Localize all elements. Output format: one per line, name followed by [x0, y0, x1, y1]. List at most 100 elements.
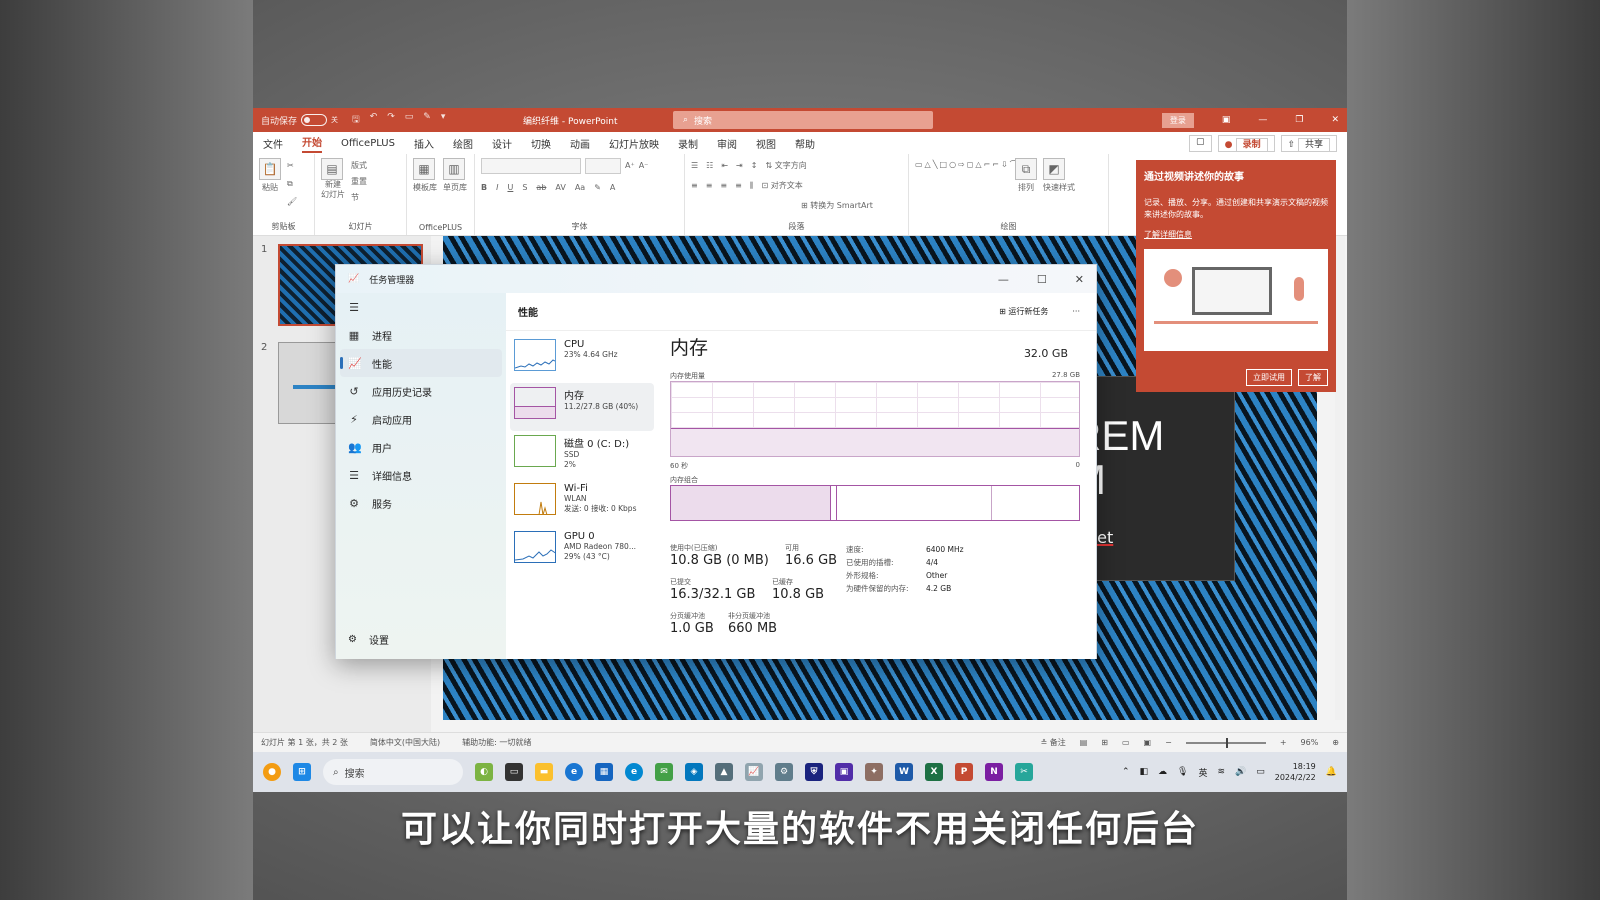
task-manager-icon[interactable]: 📈 — [745, 763, 763, 781]
volume-icon[interactable]: 🔊 — [1235, 767, 1246, 777]
underline-icon[interactable]: U — [507, 180, 513, 196]
menu-officeplus[interactable]: OfficePLUS — [341, 138, 395, 149]
word-icon[interactable]: W — [895, 763, 913, 781]
menu-draw[interactable]: 绘图 — [453, 136, 473, 151]
wifi-icon[interactable]: ≋ — [1217, 767, 1225, 777]
smartart-button[interactable]: ⊞ 转换为 SmartArt — [691, 198, 873, 214]
single-page-button[interactable]: ▥ 单页库 — [443, 158, 467, 231]
sorter-view-icon[interactable]: ⊞ — [1101, 738, 1108, 747]
perf-item-wifi[interactable]: Wi-Fi WLAN 发送: 0 接收: 0 Kbps — [510, 479, 654, 527]
battery-icon[interactable]: ▭ — [1256, 767, 1265, 777]
snipping-icon[interactable]: ✂ — [1015, 763, 1033, 781]
menu-view[interactable]: 视图 — [756, 136, 776, 151]
menu-slideshow[interactable]: 幻灯片放映 — [609, 136, 659, 151]
undo-icon[interactable]: ↶ — [370, 112, 378, 128]
menu-transitions[interactable]: 切换 — [531, 136, 551, 151]
perf-item-disk[interactable]: 磁盘 0 (C: D:) SSD 2% — [510, 431, 654, 479]
italic-icon[interactable]: I — [496, 180, 498, 196]
align-text-button[interactable]: ⊡ 对齐文本 — [762, 178, 803, 194]
run-task-button[interactable]: ⊞ 运行新任务 — [999, 306, 1048, 317]
layout-button[interactable]: 版式 — [351, 158, 367, 174]
fit-icon[interactable]: ⊕ — [1332, 738, 1339, 747]
font-grow-icon[interactable]: A⁺ — [625, 158, 635, 174]
slideshow-icon[interactable]: ▣ — [1144, 738, 1152, 747]
bold-icon[interactable]: B — [481, 180, 487, 196]
text-direction-button[interactable]: ⇅ 文字方向 — [765, 158, 806, 174]
tm-settings-button[interactable]: ⚙ 设置 — [348, 632, 389, 647]
microphone-icon[interactable]: 🎙 — [1177, 767, 1188, 777]
chat-icon[interactable]: ▣ — [835, 763, 853, 781]
composition-free[interactable] — [992, 486, 1079, 520]
menu-animations[interactable]: 动画 — [570, 136, 590, 151]
menu-home[interactable]: 开始 — [302, 134, 322, 153]
clock[interactable]: 18:19 2024/2/22 — [1275, 761, 1316, 783]
tm-nav-users[interactable]: 👥 用户 — [336, 433, 506, 461]
tm-nav-services[interactable]: ⚙ 服务 — [336, 489, 506, 517]
record-button[interactable]: ● 录制 — [1217, 134, 1275, 152]
notification-bell-icon[interactable]: 🔔 — [1326, 767, 1337, 777]
menu-file[interactable]: 文件 — [263, 136, 283, 151]
minimize-icon[interactable]: — — [1258, 115, 1267, 125]
slide-scrollbar[interactable] — [1335, 236, 1345, 720]
format-painter-icon[interactable]: 🖌 — [287, 194, 297, 210]
autosave-toggle[interactable]: 自动保存 关 — [261, 114, 338, 127]
normal-view-icon[interactable]: ▤ — [1080, 738, 1088, 747]
close-icon[interactable]: ✕ — [1331, 115, 1339, 125]
file-explorer-icon[interactable]: ▬ — [535, 763, 553, 781]
pen-icon[interactable]: ✎ — [423, 112, 431, 128]
columns-icon[interactable]: ⫼ — [750, 178, 754, 194]
tm-nav-details[interactable]: ☰ 详细信息 — [336, 461, 506, 489]
font-size-select[interactable] — [585, 158, 621, 174]
font-shrink-icon[interactable]: A⁻ — [639, 158, 649, 174]
reading-view-icon[interactable]: ▭ — [1122, 738, 1130, 747]
justify-icon[interactable]: ≡ — [735, 178, 742, 194]
tm-nav-startup[interactable]: ⚡ 启动应用 — [336, 405, 506, 433]
case-icon[interactable]: Aa — [575, 180, 585, 196]
windows-start-icon[interactable]: ⊞ — [293, 763, 311, 781]
save-icon[interactable]: 🖫 — [352, 112, 360, 128]
menu-insert[interactable]: 插入 — [414, 136, 434, 151]
settings-icon[interactable]: ⚙ — [775, 763, 793, 781]
powerpoint-icon[interactable]: P — [955, 763, 973, 781]
highlight-icon[interactable]: ✎ — [594, 180, 601, 196]
restore-icon[interactable]: ❐ — [1295, 115, 1303, 125]
browser-icon[interactable]: e — [625, 763, 643, 781]
status-language[interactable]: 简体中文(中国大陆) — [370, 737, 440, 748]
cut-icon[interactable]: ✂ — [287, 158, 297, 174]
share-button[interactable]: ⇧ 共享 — [1280, 134, 1337, 152]
learn-button[interactable]: 了解 — [1298, 369, 1328, 386]
mail-icon[interactable]: ✉ — [655, 763, 673, 781]
status-accessibility[interactable]: 辅助功能: 一切就绪 — [462, 737, 531, 748]
menu-record[interactable]: 录制 — [678, 136, 698, 151]
widgets-icon[interactable]: ◐ — [475, 763, 493, 781]
composition-in-use[interactable] — [671, 486, 831, 520]
game-icon[interactable]: ✦ — [865, 763, 883, 781]
bullets-icon[interactable]: ☰ — [691, 158, 698, 174]
section-button[interactable]: 节 — [351, 190, 367, 206]
align-left-icon[interactable]: ≡ — [691, 178, 698, 194]
login-button[interactable]: 登录 — [1161, 112, 1194, 128]
try-now-button[interactable]: 立即试用 — [1246, 369, 1292, 386]
tm-minimize-icon[interactable]: — — [998, 273, 1009, 286]
notification-app-icon[interactable]: ● — [263, 763, 281, 781]
tray-chevron-icon[interactable]: ⌃ — [1122, 767, 1130, 777]
ime-indicator[interactable]: 英 — [1198, 766, 1207, 779]
customize-icon[interactable]: ▾ — [441, 112, 446, 128]
task-view-icon[interactable]: ▭ — [505, 763, 523, 781]
ppt-search-box[interactable]: ⌕ 搜索 — [673, 111, 933, 129]
menu-review[interactable]: 审阅 — [717, 136, 737, 151]
menu-design[interactable]: 设计 — [492, 136, 512, 151]
bitwarden-icon[interactable]: ⛨ — [805, 763, 823, 781]
tm-close-icon[interactable]: ✕ — [1075, 273, 1084, 286]
numbering-icon[interactable]: ☷ — [706, 158, 713, 174]
strike-icon[interactable]: ab — [536, 180, 546, 196]
zoom-slider[interactable] — [1185, 737, 1266, 748]
tray-cloud-icon[interactable]: ☁ — [1158, 767, 1167, 777]
menu-help[interactable]: 帮助 — [795, 136, 815, 151]
toggle-switch[interactable] — [301, 114, 328, 126]
perf-item-gpu[interactable]: GPU 0 AMD Radeon 780... 29% (43 °C) — [510, 527, 654, 575]
indent-decrease-icon[interactable]: ⇤ — [721, 158, 728, 174]
tray-app-icon[interactable]: ◧ — [1140, 767, 1149, 777]
tm-hamburger-button[interactable]: ☰ — [336, 293, 506, 321]
popup-learn-more-link[interactable]: 了解详细信息 — [1144, 229, 1328, 241]
